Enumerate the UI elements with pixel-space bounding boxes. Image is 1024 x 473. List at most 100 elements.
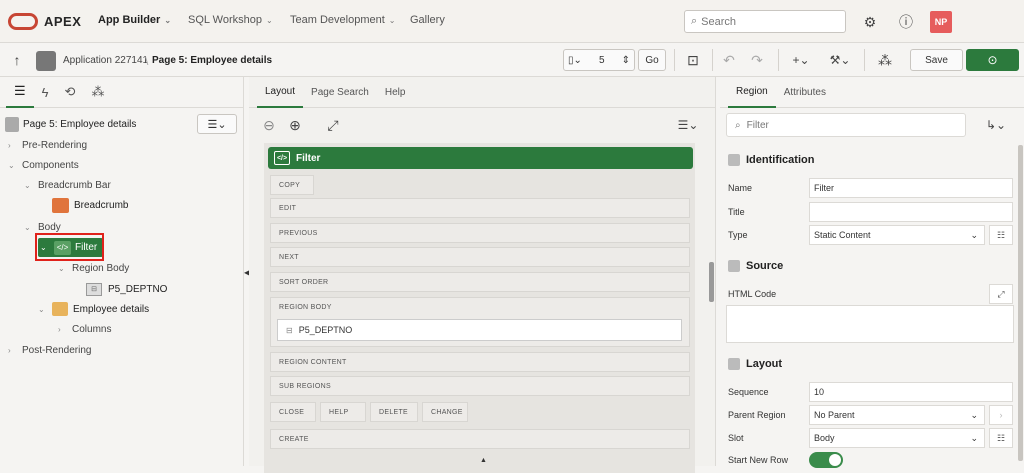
chevron-down-icon: ⌄	[58, 263, 65, 273]
section-layout[interactable]: Layout	[722, 351, 1018, 377]
page-icon	[5, 117, 19, 132]
chevron-down-icon: ⌄	[8, 160, 15, 170]
tree-region-body[interactable]: ⌄ Region Body	[58, 259, 129, 277]
slot-create[interactable]: CREATE	[270, 429, 690, 449]
collapse-icon	[728, 154, 740, 166]
slot-region-content[interactable]: REGION CONTENT	[270, 352, 690, 372]
processing-icon[interactable]: ⟲	[57, 77, 84, 108]
shared-components-tab-icon[interactable]: ⁂	[83, 77, 112, 108]
list-icon[interactable]: ☷	[989, 225, 1013, 245]
utilities-icon[interactable]: ⚒⌄	[826, 51, 854, 69]
undo-icon[interactable]: ↶	[720, 51, 738, 69]
oracle-logo-icon[interactable]	[8, 13, 38, 30]
tree-breadcrumb-bar[interactable]: ⌄ Breadcrumb Bar	[24, 176, 111, 194]
tab-layout[interactable]: Layout	[257, 77, 304, 108]
page-title[interactable]: Page 5: Employee details	[23, 119, 136, 130]
region-header-filter[interactable]: </> Filter	[268, 147, 693, 169]
slot-select[interactable]: Body ⌄	[809, 428, 985, 448]
slot-sub-regions[interactable]: SUB REGIONS	[270, 376, 690, 396]
slot-edit[interactable]: EDIT	[270, 198, 690, 218]
scrollbar[interactable]	[709, 262, 714, 302]
redo-icon[interactable]: ↷	[748, 51, 766, 69]
sequence-label: Sequence	[728, 387, 769, 397]
avatar[interactable]: NP	[930, 11, 952, 33]
tab-help[interactable]: Help	[377, 77, 414, 108]
slot-delete[interactable]: DELETE	[370, 402, 418, 422]
slot-label: Slot	[728, 433, 744, 443]
zoom-out-icon[interactable]: ⊖	[261, 117, 277, 133]
add-icon[interactable]: +⌄	[788, 51, 814, 69]
help-icon[interactable]: ⓘ	[894, 10, 918, 34]
search-icon: ⌕	[691, 15, 698, 27]
title-field[interactable]	[809, 202, 1013, 222]
zoom-in-icon[interactable]: ⊕	[287, 117, 303, 133]
global-search-input[interactable]: ⌕ Search	[684, 10, 846, 33]
rendering-tab-icon[interactable]: ☰	[6, 77, 34, 108]
item-p5-deptno[interactable]: ⊟ P5_DEPTNO	[277, 319, 682, 341]
save-button[interactable]: Save	[910, 49, 963, 71]
scrollbar[interactable]	[1018, 145, 1023, 461]
go-button[interactable]: Go	[638, 49, 666, 71]
title-label: Title	[728, 207, 745, 217]
chevron-down-icon: ⌄	[970, 409, 978, 420]
expand-icon[interactable]: ⤢	[325, 117, 341, 133]
breadcrumb-app[interactable]: Application 227141	[63, 55, 148, 66]
tree-post-rendering[interactable]: › Post-Rendering	[8, 341, 91, 359]
chevron-down-icon: ⌄	[265, 16, 273, 25]
sequence-field[interactable]: 10	[809, 382, 1013, 402]
section-identification[interactable]: Identification	[722, 147, 1018, 173]
admin-icon[interactable]: ⚙	[858, 10, 882, 34]
nav-app-builder[interactable]: App Builder ⌄	[98, 14, 171, 26]
property-filter-input[interactable]: ⌕ Filter	[726, 113, 966, 137]
slot-close[interactable]: CLOSE	[270, 402, 316, 422]
tab-attributes[interactable]: Attributes	[776, 77, 834, 108]
slot-previous[interactable]: PREVIOUS	[270, 223, 690, 243]
page-selector[interactable]: ▯⌄ 5 ⇕	[563, 49, 635, 71]
tree-breadcrumb[interactable]: Breadcrumb	[52, 196, 128, 214]
nav-gallery[interactable]: Gallery	[410, 14, 445, 26]
start-new-row-label: Start New Row	[728, 455, 789, 465]
divider	[674, 49, 675, 71]
slot-copy[interactable]: COPY	[270, 175, 314, 195]
code-editor-icon[interactable]: ⤢	[989, 284, 1013, 304]
slot-help[interactable]: HELP	[320, 402, 366, 422]
chevron-down-icon: ⌄	[38, 304, 45, 314]
top-nav: APEX App Builder ⌄ SQL Workshop ⌄ Team Dev…	[0, 0, 1024, 43]
name-field[interactable]: Filter	[809, 178, 1013, 198]
nav-team-development[interactable]: Team Development ⌄	[290, 14, 395, 26]
tab-region[interactable]: Region	[728, 77, 776, 108]
slot-sort-order[interactable]: SORT ORDER	[270, 272, 690, 292]
layout-tabs: Layout Page Search Help	[249, 77, 715, 108]
tree-p5-deptno[interactable]: ⊟ P5_DEPTNO	[86, 280, 167, 298]
divider	[778, 49, 779, 71]
slot-change[interactable]: CHANGE	[422, 402, 468, 422]
run-button[interactable]: ⊙	[966, 49, 1019, 71]
nav-sql-workshop[interactable]: SQL Workshop ⌄	[188, 14, 273, 26]
view-menu-button[interactable]: ☰⌄	[197, 114, 237, 134]
list-icon[interactable]: ☷	[989, 428, 1013, 448]
tab-page-search[interactable]: Page Search	[303, 77, 377, 108]
collapse-bottom-icon[interactable]: ▲	[480, 457, 487, 464]
tree-columns[interactable]: › Columns	[58, 320, 111, 338]
divider	[712, 49, 713, 71]
parent-region-select[interactable]: No Parent ⌄	[809, 405, 985, 425]
html-code-field[interactable]	[726, 305, 1014, 343]
dynamic-actions-icon[interactable]: ϟ	[34, 77, 57, 108]
tree-pre-rendering[interactable]: › Pre-Rendering	[8, 136, 87, 154]
page-icon: ▯⌄	[568, 54, 582, 66]
arrow-up-icon[interactable]: ↑	[10, 52, 24, 68]
section-source[interactable]: Source	[722, 253, 1018, 279]
go-to-group-icon[interactable]: ↳⌄	[984, 117, 1008, 133]
brand-label[interactable]: APEX	[44, 14, 81, 29]
stepper-icon[interactable]: ⇕	[622, 55, 630, 66]
slot-next[interactable]: NEXT	[270, 247, 690, 267]
collapse-icon	[728, 260, 740, 272]
lock-icon[interactable]: ⊡	[684, 51, 702, 69]
app-icon	[36, 51, 56, 71]
type-select[interactable]: Static Content ⌄	[809, 225, 985, 245]
tree-employee-details[interactable]: ⌄ Employee details	[38, 300, 149, 318]
tree-components[interactable]: ⌄ Components	[8, 156, 79, 174]
chevron-right-icon[interactable]: ›	[989, 405, 1013, 425]
shared-components-icon[interactable]: ⁂	[876, 51, 894, 69]
layout-menu-icon[interactable]: ☰⌄	[675, 117, 701, 133]
